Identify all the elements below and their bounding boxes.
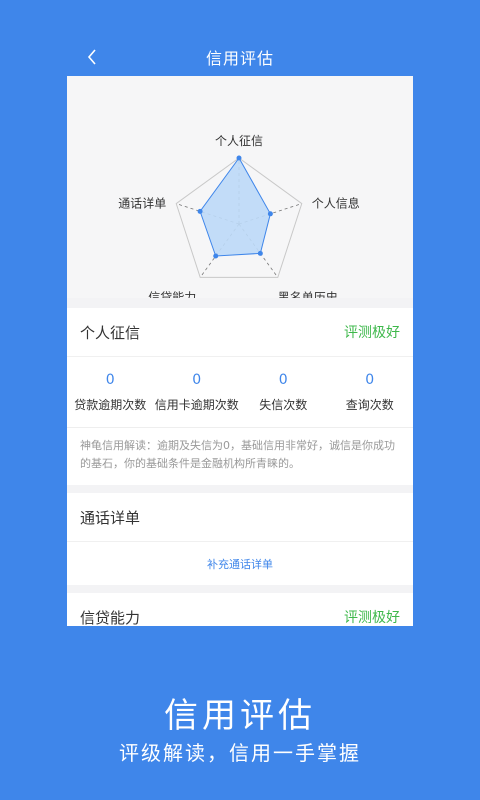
phone-screen: 信用评估 个人征信 个人信息 黑名单历史 信贷能力 通话详单 个人征信 评测极好 0 贷… (67, 38, 413, 626)
promo-subtitle: 评级解读，信用一手掌握 (119, 741, 361, 765)
call-detail-title: 通话详单 (80, 508, 141, 527)
credit-report-title: 个人征信 (80, 323, 141, 342)
radar-point (267, 211, 273, 217)
stat-dishonest: 0 失信次数 (240, 372, 327, 413)
radar-axis-label: 黑名单历史 (278, 289, 338, 298)
radar-axis-label: 信贷能力 (148, 290, 196, 298)
page-title: 信用评估 (205, 49, 274, 68)
loan-ability-header[interactable]: 信贷能力 评测极好 (67, 593, 413, 627)
stat-value: 0 (192, 371, 202, 388)
radar-point (213, 253, 219, 259)
stat-loan-overdue: 0 贷款逾期次数 (67, 372, 154, 413)
stat-label: 查询次数 (345, 397, 394, 412)
stat-value: 0 (278, 371, 288, 388)
radar-axis-label: 个人征信 (215, 134, 263, 148)
stat-label: 失信次数 (259, 397, 308, 412)
stat-value: 0 (105, 371, 115, 388)
back-button[interactable] (77, 38, 107, 76)
stat-label: 贷款逾期次数 (74, 397, 147, 412)
credit-report-header[interactable]: 个人征信 评测极好 (67, 308, 413, 356)
radar-point (257, 250, 263, 256)
app-bar: 信用评估 (67, 38, 413, 76)
radar-point (236, 155, 242, 161)
stat-card-overdue: 0 信用卡逾期次数 (154, 372, 241, 413)
stat-queries: 0 查询次数 (327, 372, 414, 413)
credit-stats: 0 贷款逾期次数 0 信用卡逾期次数 0 失信次数 0 查询次数 (67, 356, 413, 428)
stat-label: 信用卡逾期次数 (154, 397, 239, 412)
radar-chart-section: 个人征信个人信息黑名单历史 信贷能力 通话详单 (67, 76, 413, 298)
add-call-detail-link[interactable]: 补充通话详单 (67, 541, 413, 585)
radar-axis-label: 通话详单 (118, 196, 166, 211)
radar-point (197, 208, 203, 214)
loan-ability-card: 信贷能力 评测极好 (67, 593, 413, 626)
radar-axis-label: 个人信息 (312, 196, 360, 211)
credit-description: 神龟信用解读：逾期及失信为0，基础信用非常好，诚信是你成功的基石，你的基础条件是… (80, 439, 395, 470)
call-detail-header[interactable]: 通话详单 (67, 493, 413, 541)
credit-report-rating: 评测极好 (344, 325, 400, 341)
chevron-left-icon (87, 49, 96, 65)
call-detail-card: 通话详单 补充通话详单 (67, 493, 413, 585)
credit-report-card: 个人征信 评测极好 0 贷款逾期次数 0 信用卡逾期次数 0 失信次数 0 查询… (67, 308, 413, 485)
loan-ability-title: 信贷能力 (80, 608, 141, 627)
promo-title: 信用评估 (164, 696, 316, 736)
radar-chart: 个人征信个人信息黑名单历史 信贷能力 通话详单 (118, 134, 360, 298)
stat-value: 0 (365, 371, 375, 388)
loan-ability-rating: 评测极好 (344, 610, 400, 626)
